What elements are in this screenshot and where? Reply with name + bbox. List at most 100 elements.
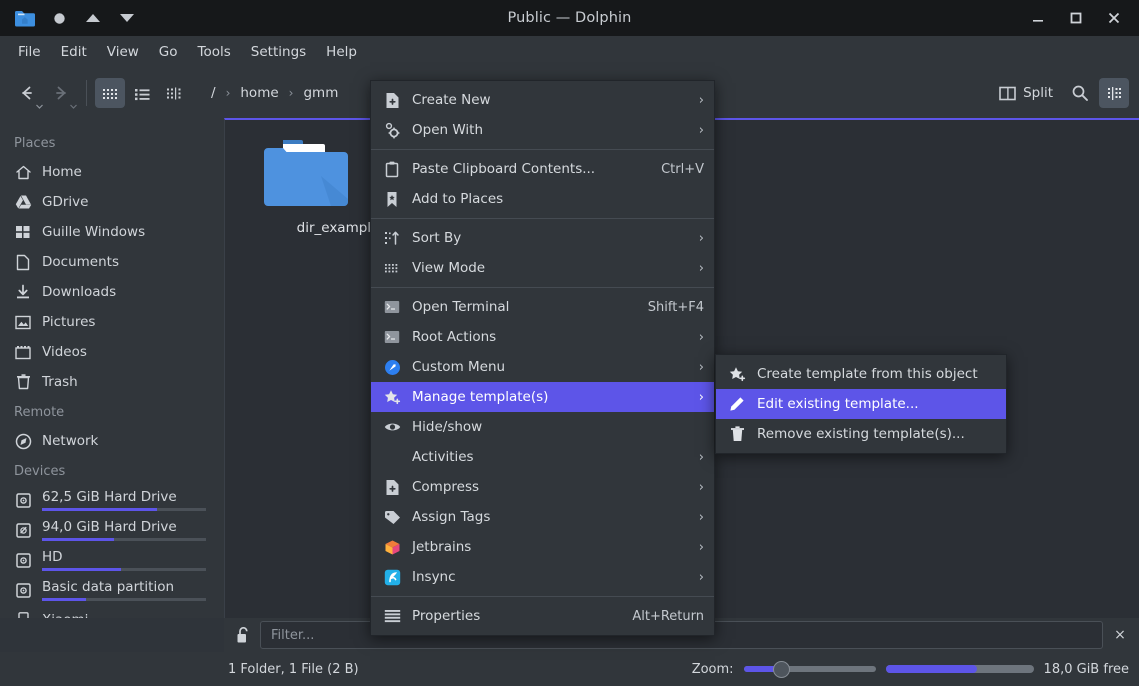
menu-view[interactable]: View	[97, 40, 149, 64]
sidebar-item-home[interactable]: Home	[0, 157, 224, 187]
unlock-icon[interactable]	[232, 626, 254, 644]
sidebar-item-xiaomi[interactable]: Xiaomi	[0, 605, 224, 618]
free-space-label: 18,0 GiB free	[1043, 661, 1129, 677]
sidebar-item-network[interactable]: Network	[0, 426, 224, 456]
toolbar-separator	[86, 80, 87, 106]
zoom-label: Zoom:	[691, 661, 734, 677]
submenu-item-label: Edit existing template...	[757, 396, 919, 412]
minimize-button[interactable]	[1019, 0, 1057, 36]
toolbar-right: Split	[991, 78, 1129, 108]
sidebar-item-label: Home	[42, 164, 82, 180]
video-icon	[14, 343, 32, 361]
context-menu-item-compress[interactable]: Compress ›	[371, 472, 714, 502]
download-icon	[14, 283, 32, 301]
context-menu-item-add-to-places[interactable]: Add to Places	[371, 184, 714, 214]
clipboard-icon	[383, 160, 401, 178]
menu-help[interactable]: Help	[316, 40, 367, 64]
split-button[interactable]: Split	[991, 80, 1061, 106]
filter-close-icon[interactable]: ×	[1109, 627, 1131, 643]
breadcrumb: / › home › gmm	[205, 82, 344, 104]
back-button[interactable]	[10, 78, 44, 109]
chevron-right-icon: ›	[698, 230, 704, 246]
activities-icon	[383, 448, 401, 466]
sidebar-item-gdrive[interactable]: GDrive	[0, 187, 224, 217]
menu-tools[interactable]: Tools	[188, 40, 241, 64]
context-menu-item-root-actions[interactable]: Root Actions ›	[371, 322, 714, 352]
device-usage-wrap: 62,5 GiB Hard Drive	[42, 489, 210, 511]
context-menu-item-label: Open With	[412, 122, 484, 138]
zoom-slider-knob[interactable]	[772, 660, 790, 678]
manage-templates-submenu: Create template from this object Edit ex…	[715, 354, 1007, 454]
sidebar-item-hard-drive-94[interactable]: 94,0 GiB Hard Drive	[0, 515, 224, 545]
sidebar-item-label: 62,5 GiB Hard Drive	[42, 489, 177, 505]
context-menu-separator	[371, 149, 714, 150]
menu-file[interactable]: File	[8, 40, 51, 64]
close-button[interactable]	[1095, 0, 1133, 36]
menu-edit[interactable]: Edit	[51, 40, 97, 64]
context-menu-item-label: Add to Places	[412, 191, 504, 207]
sidebar-item-basic-data-partition[interactable]: Basic data partition	[0, 575, 224, 605]
context-menu-separator	[371, 218, 714, 219]
open-with-icon	[383, 121, 401, 139]
sidebar-item-downloads[interactable]: Downloads	[0, 277, 224, 307]
chevron-right-icon: ›	[698, 449, 704, 465]
sidebar-item-trash[interactable]: Trash	[0, 367, 224, 397]
menu-settings[interactable]: Settings	[241, 40, 316, 64]
sidebar-item-hd[interactable]: HD	[0, 545, 224, 575]
context-menu-item-label: Insync	[412, 569, 456, 585]
sidebar-item-documents[interactable]: Documents	[0, 247, 224, 277]
menu-go[interactable]: Go	[149, 40, 188, 64]
sidebar-item-videos[interactable]: Videos	[0, 337, 224, 367]
sidebar-item-label: Basic data partition	[42, 579, 175, 595]
context-menu-item-properties[interactable]: Properties Alt+Return	[371, 601, 714, 631]
context-menu-item-open-with[interactable]: Open With ›	[371, 115, 714, 145]
context-menu-item-paste-clipboard-contents[interactable]: Paste Clipboard Contents... Ctrl+V	[371, 154, 714, 184]
context-menu-item-insync[interactable]: Insync ›	[371, 562, 714, 592]
device-usage-bar	[42, 598, 206, 601]
split-button-label: Split	[1023, 85, 1053, 101]
filter-placeholder: Filter...	[271, 627, 315, 643]
sidebar-item-guille-windows[interactable]: Guille Windows	[0, 217, 224, 247]
view-compact-button[interactable]	[127, 78, 157, 108]
disk-icon	[14, 491, 32, 509]
forward-button[interactable]	[44, 78, 78, 109]
submenu-item-edit-template[interactable]: Edit existing template...	[716, 389, 1006, 419]
context-menu-item-hide-show[interactable]: Hide/show	[371, 412, 714, 442]
new-file-icon	[383, 91, 401, 109]
context-menu-item-sort-by[interactable]: Sort By ›	[371, 223, 714, 253]
context-menu-item-open-terminal[interactable]: Open Terminal Shift+F4	[371, 292, 714, 322]
chevron-right-icon: ›	[698, 329, 704, 345]
insync-icon	[383, 568, 401, 586]
device-usage-bar	[42, 568, 206, 571]
context-menu-item-manage-templates[interactable]: Manage template(s) ›	[371, 382, 714, 412]
maximize-button[interactable]	[1057, 0, 1095, 36]
breadcrumb-item-home[interactable]: home	[234, 82, 284, 104]
breadcrumb-item-root[interactable]: /	[205, 82, 222, 104]
view-icons-button[interactable]	[95, 78, 125, 108]
context-menu-item-label: Paste Clipboard Contents...	[412, 161, 596, 177]
context-menu-item-label: Compress	[412, 479, 480, 495]
context-menu-item-label: View Mode	[412, 260, 486, 276]
context-menu-item-custom-menu[interactable]: Custom Menu ›	[371, 352, 714, 382]
chevron-right-icon: ›	[698, 389, 704, 405]
submenu-item-remove-template[interactable]: Remove existing template(s)...	[716, 419, 1006, 449]
breadcrumb-item-gmm[interactable]: gmm	[297, 82, 344, 104]
dolphin-window: Public — Dolphin File Edit View Go Tools…	[0, 0, 1139, 686]
chevron-right-icon: ›	[698, 92, 704, 108]
view-details-button[interactable]	[159, 78, 189, 108]
trash-icon	[728, 425, 746, 443]
sidebar-item-hard-drive-62[interactable]: 62,5 GiB Hard Drive	[0, 485, 224, 515]
view-mode-icon	[383, 259, 401, 277]
context-menu-item-assign-tags[interactable]: Assign Tags ›	[371, 502, 714, 532]
search-icon[interactable]	[1065, 78, 1095, 108]
window-title: Public — Dolphin	[507, 10, 632, 26]
sidebar-item-pictures[interactable]: Pictures	[0, 307, 224, 337]
context-menu-item-activities[interactable]: Activities ›	[371, 442, 714, 472]
control-menu-button[interactable]	[1099, 78, 1129, 108]
zoom-slider[interactable]	[743, 659, 876, 679]
submenu-item-create-template[interactable]: Create template from this object	[716, 359, 1006, 389]
context-menu-item-view-mode[interactable]: View Mode ›	[371, 253, 714, 283]
context-menu-item-jetbrains[interactable]: Jetbrains ›	[371, 532, 714, 562]
context-menu-item-create-new[interactable]: Create New ›	[371, 85, 714, 115]
sidebar-item-label: GDrive	[42, 194, 89, 210]
